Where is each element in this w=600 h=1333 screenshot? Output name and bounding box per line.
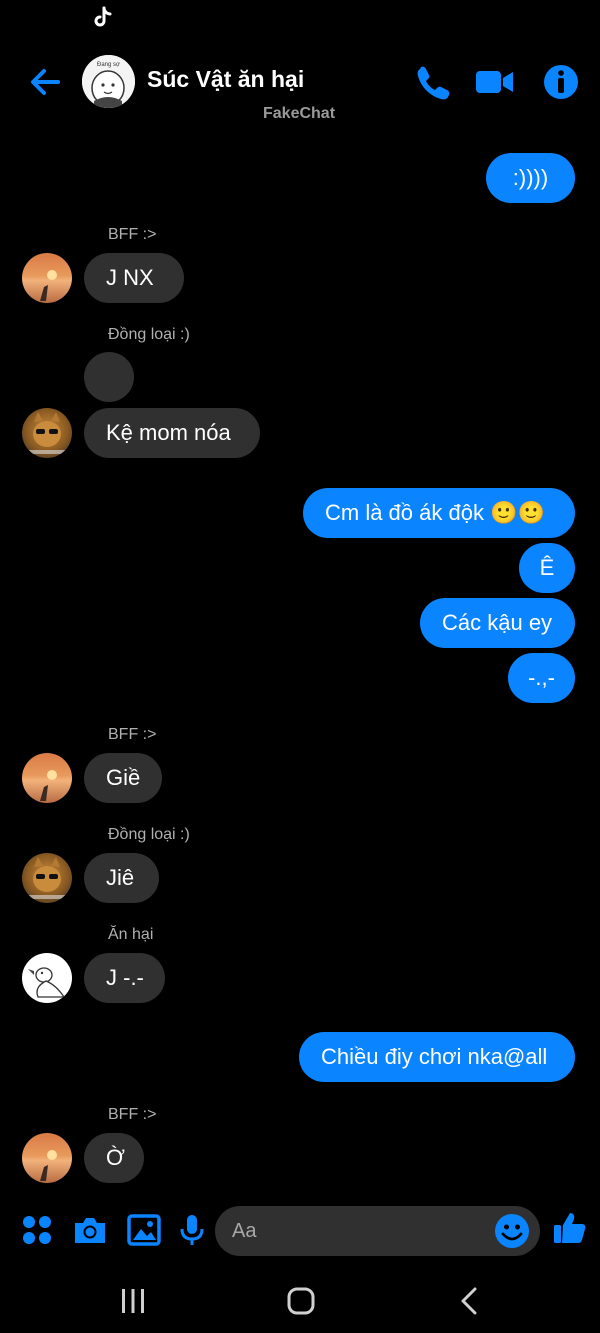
tiktok-icon (94, 6, 112, 27)
avatar-bff[interactable] (22, 253, 72, 303)
avatar-bff[interactable] (22, 753, 72, 803)
group-avatar[interactable]: Đang sợ (82, 55, 135, 108)
message-bubble-incoming[interactable]: Ờ (84, 1133, 144, 1183)
home-nav-icon[interactable] (283, 1283, 319, 1319)
message-input-placeholder: Aa (232, 1220, 257, 1242)
duck-drawing (28, 967, 66, 998)
camera-icon[interactable] (72, 1212, 108, 1248)
sender-name: BFF :> (108, 726, 157, 743)
avatar-dong-loai[interactable] (22, 408, 72, 458)
sender-name: BFF :> (108, 226, 157, 243)
sender-name: Ăn hại (108, 926, 154, 943)
avatar-dong-loai[interactable] (22, 853, 72, 903)
back-nav-icon[interactable] (452, 1283, 488, 1319)
info-icon[interactable] (541, 62, 581, 102)
message-bubble-outgoing[interactable]: -.,- (508, 653, 575, 703)
message-bubble-outgoing[interactable]: Chiều điy chơi nka@all (299, 1032, 575, 1082)
video-icon[interactable] (474, 62, 514, 102)
sunset-photo (40, 270, 57, 301)
message-bubble-incoming[interactable]: Giề (84, 753, 162, 803)
apps-icon[interactable] (19, 1212, 55, 1248)
cat-photo (26, 857, 68, 899)
back-arrow-icon[interactable] (28, 64, 64, 100)
mic-icon[interactable] (174, 1212, 210, 1248)
message-bubble-incoming[interactable]: J NX (84, 253, 184, 303)
message-bubble-outgoing[interactable]: Cm là đồ ák độk 🙂🙂 (303, 488, 575, 538)
cat-photo (26, 412, 68, 454)
thumbs-up-icon[interactable] (552, 1210, 588, 1246)
sunset-photo (40, 1150, 57, 1181)
message-bubble-outgoing[interactable]: Các kậu ey (420, 598, 575, 648)
group-avatar-image: Đang sợ (82, 55, 135, 108)
message-bubble-outgoing[interactable]: Ê (519, 543, 575, 593)
chat-title: Súc Vật ăn hại (147, 66, 305, 92)
sunset-photo (40, 770, 57, 801)
recents-nav-icon[interactable] (115, 1283, 151, 1319)
gallery-icon[interactable] (126, 1212, 162, 1248)
sender-name: Đồng loại :) (108, 826, 190, 843)
message-bubble-incoming[interactable]: J -.- (84, 953, 165, 1003)
emoji-icon[interactable] (494, 1213, 530, 1249)
phone-icon[interactable] (412, 62, 452, 102)
avatar-bff[interactable] (22, 1133, 72, 1183)
message-bubble-incoming[interactable]: Jiê (84, 853, 159, 903)
group-avatar-text: Đang sợ (97, 62, 120, 68)
avatar-an-hai[interactable] (22, 953, 72, 1003)
message-bubble-incoming[interactable]: Kệ mom nóa (84, 408, 260, 458)
message-bubble-outgoing[interactable]: :)))) (486, 153, 575, 203)
message-bubble-incoming[interactable] (84, 352, 134, 402)
sender-name: BFF :> (108, 1106, 157, 1123)
message-input[interactable] (215, 1206, 540, 1256)
chat-subtitle: FakeChat (263, 105, 336, 122)
sender-name: Đồng loại :) (108, 326, 190, 343)
